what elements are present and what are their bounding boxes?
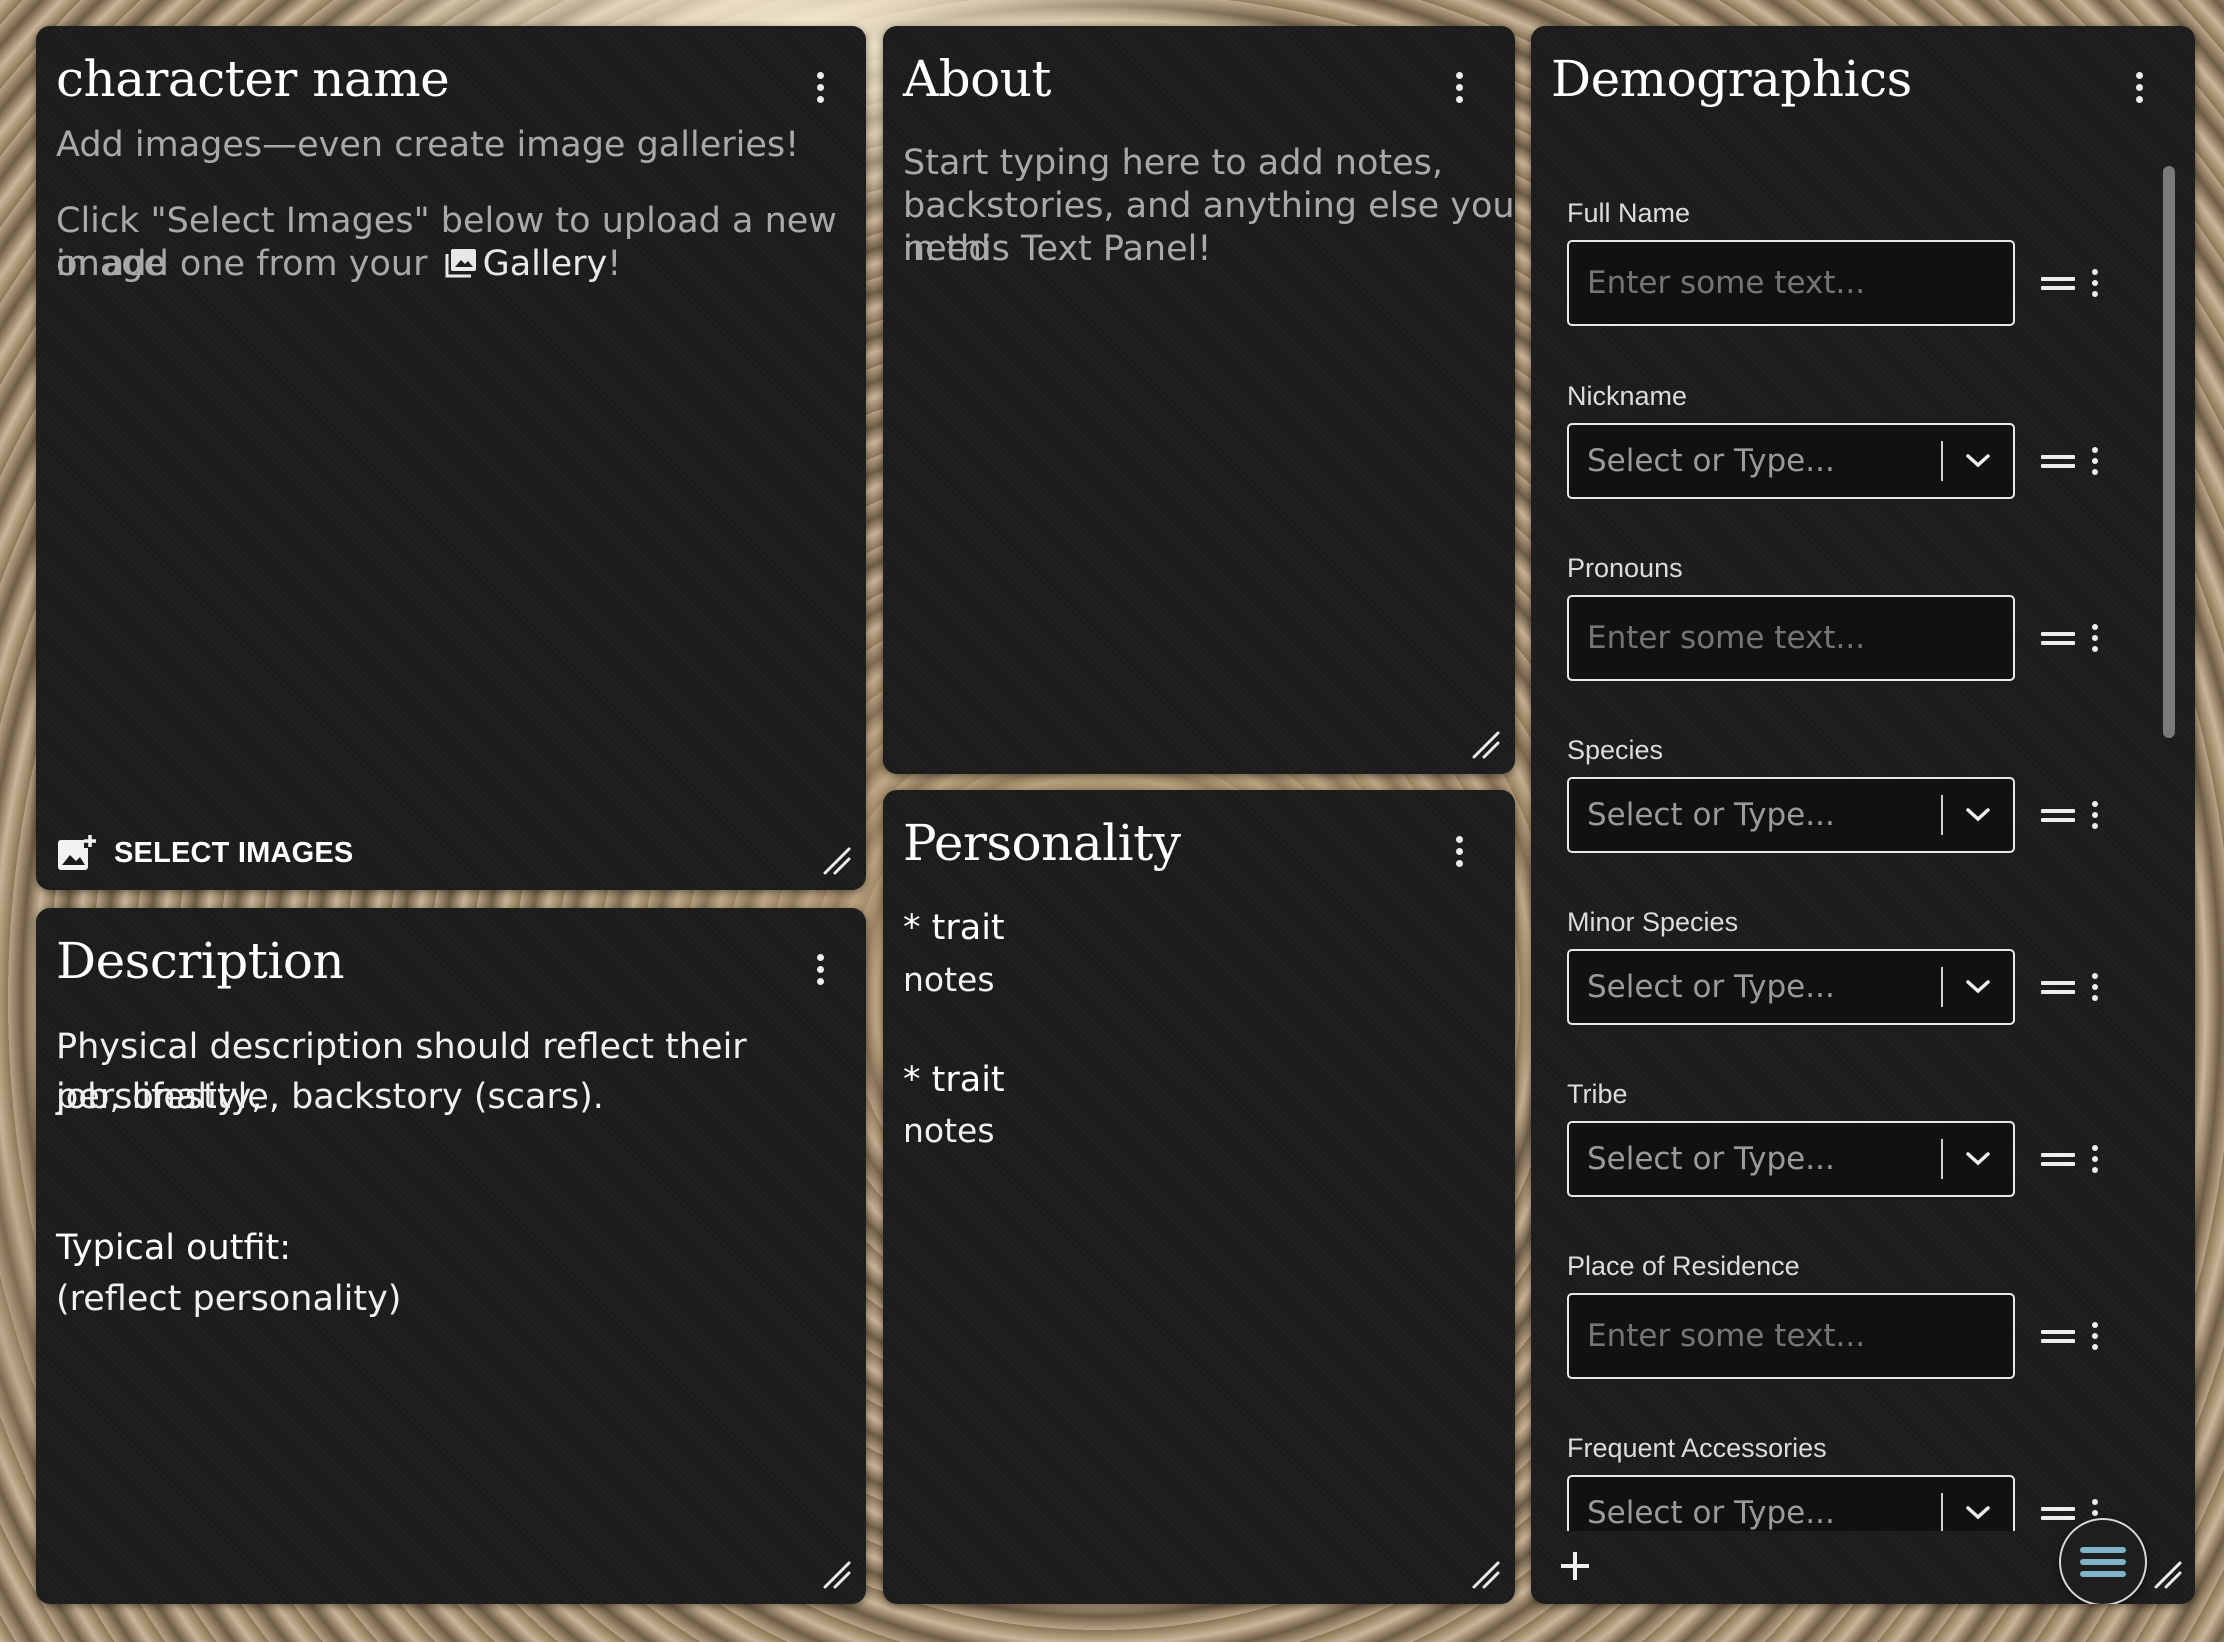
- nickname-select[interactable]: Select or Type...: [1567, 423, 2015, 499]
- gallery-icon: [445, 246, 477, 289]
- add-photo-icon: [58, 834, 96, 870]
- demographics-field-list[interactable]: Full Name Nickname Select or Type... Pro…: [1531, 146, 2195, 1531]
- about-text[interactable]: Start typing here to add notes,: [903, 142, 1443, 185]
- field-full-name: Full Name: [1567, 198, 2167, 328]
- field-menu-icon[interactable]: [2089, 973, 2103, 1003]
- field-menu-icon[interactable]: [2089, 801, 2103, 831]
- field-nickname: Nickname Select or Type...: [1567, 381, 2167, 501]
- field-menu-icon[interactable]: [2089, 447, 2103, 477]
- select-placeholder: Select or Type...: [1587, 797, 1835, 833]
- chevron-down-icon[interactable]: [1943, 1151, 2013, 1167]
- field-menu-icon[interactable]: [2089, 1322, 2103, 1352]
- drag-handle-icon[interactable]: [2041, 277, 2075, 291]
- field-label: Minor Species: [1567, 907, 1739, 937]
- resize-handle-icon[interactable]: [1471, 1560, 1501, 1590]
- field-tribe: Tribe Select or Type...: [1567, 1079, 2167, 1199]
- demographics-panel: Demographics Full Name Nickname Select o…: [1531, 26, 2195, 1604]
- about-text-3[interactable]: in this Text Panel!: [903, 228, 1211, 271]
- gallery-suffix: !: [607, 244, 622, 284]
- select-placeholder: Select or Type...: [1587, 1141, 1835, 1177]
- drag-handle-icon[interactable]: [2041, 632, 2075, 646]
- drag-handle-icon[interactable]: [2041, 1507, 2075, 1521]
- pronouns-input[interactable]: [1567, 595, 2015, 681]
- place-of-residence-input[interactable]: [1567, 1293, 2015, 1379]
- drag-handle-icon[interactable]: [2041, 1153, 2075, 1167]
- chevron-down-icon[interactable]: [1943, 1505, 2013, 1521]
- description-text-2[interactable]: job, lifestyle, backstory (scars).: [56, 1072, 604, 1122]
- field-frequent-accessories: Frequent Accessories Select or Type...: [1567, 1433, 2167, 1531]
- field-menu-icon[interactable]: [2089, 1145, 2103, 1175]
- resize-handle-icon[interactable]: [822, 1560, 852, 1590]
- resize-handle-icon[interactable]: [1471, 730, 1501, 760]
- panel-menu-icon[interactable]: [810, 954, 830, 994]
- about-panel: About Start typing here to add notes, ba…: [883, 26, 1515, 774]
- panel-title[interactable]: Personality: [903, 814, 1181, 872]
- outfit-heading[interactable]: Typical outfit:: [56, 1223, 291, 1273]
- hint-text-3-label: or add one from your: [56, 244, 428, 284]
- field-label: Full Name: [1567, 198, 1691, 228]
- field-menu-icon[interactable]: [2089, 269, 2103, 299]
- field-place-of-residence: Place of Residence: [1567, 1251, 2167, 1381]
- trait-label: trait: [931, 1060, 1005, 1100]
- scrollbar[interactable]: [2163, 166, 2175, 738]
- outfit-note[interactable]: (reflect personality): [56, 1274, 401, 1324]
- panel-title[interactable]: About: [903, 50, 1052, 108]
- field-label: Frequent Accessories: [1567, 1433, 1827, 1463]
- drag-handle-icon[interactable]: [2041, 809, 2075, 823]
- chevron-down-icon[interactable]: [1943, 453, 2013, 469]
- select-placeholder: Select or Type...: [1587, 1495, 1835, 1531]
- panel-menu-icon[interactable]: [1449, 836, 1469, 876]
- tribe-select[interactable]: Select or Type...: [1567, 1121, 2015, 1197]
- field-label: Nickname: [1567, 381, 1688, 411]
- description-panel: Description Physical description should …: [36, 908, 866, 1604]
- trait-item[interactable]: * trait: [903, 1060, 1005, 1100]
- field-minor-species: Minor Species Select or Type...: [1567, 907, 2167, 1027]
- panel-title[interactable]: Description: [56, 932, 345, 990]
- trait-notes[interactable]: notes: [903, 1111, 995, 1150]
- panel-title[interactable]: Demographics: [1551, 50, 1912, 108]
- trait-notes[interactable]: notes: [903, 960, 995, 999]
- hint-text-3: or add one from your Gallery!: [56, 243, 621, 289]
- field-label: Pronouns: [1567, 553, 1683, 583]
- personality-panel: Personality * trait notes * trait notes: [883, 790, 1515, 1604]
- drag-handle-icon[interactable]: [2041, 455, 2075, 469]
- panel-menu-icon[interactable]: [1449, 72, 1469, 112]
- plus-icon[interactable]: [1555, 1546, 1595, 1586]
- panel-title[interactable]: character name: [56, 50, 450, 108]
- resize-handle-icon[interactable]: [822, 846, 852, 876]
- hint-text: Add images—even create image galleries!: [56, 125, 800, 165]
- bullet: *: [903, 908, 921, 948]
- select-images-button[interactable]: SELECT IMAGES: [56, 834, 353, 872]
- field-species: Species Select or Type...: [1567, 735, 2167, 855]
- panel-menu-icon[interactable]: [810, 72, 830, 112]
- field-label: Species: [1567, 735, 1664, 765]
- field-label: Tribe: [1567, 1079, 1628, 1109]
- hamburger-menu-icon[interactable]: [2059, 1518, 2147, 1604]
- chevron-down-icon[interactable]: [1943, 807, 2013, 823]
- drag-handle-icon[interactable]: [2041, 981, 2075, 995]
- resize-handle-icon[interactable]: [2153, 1560, 2183, 1590]
- character-image-panel: character name Add images—even create im…: [36, 26, 866, 890]
- species-select[interactable]: Select or Type...: [1567, 777, 2015, 853]
- field-pronouns: Pronouns: [1567, 553, 2167, 683]
- select-images-label: SELECT IMAGES: [114, 836, 354, 869]
- full-name-input[interactable]: [1567, 240, 2015, 326]
- drag-handle-icon[interactable]: [2041, 1330, 2075, 1344]
- field-label: Place of Residence: [1567, 1251, 1800, 1281]
- field-menu-icon[interactable]: [2089, 624, 2103, 654]
- gallery-link[interactable]: Gallery: [483, 244, 608, 284]
- panel-menu-icon[interactable]: [2129, 72, 2149, 112]
- trait-item[interactable]: * trait: [903, 908, 1005, 948]
- bullet: *: [903, 1060, 921, 1100]
- select-placeholder: Select or Type...: [1587, 443, 1835, 479]
- minor-species-select[interactable]: Select or Type...: [1567, 949, 2015, 1025]
- frequent-accessories-select[interactable]: Select or Type...: [1567, 1475, 2015, 1531]
- select-placeholder: Select or Type...: [1587, 969, 1835, 1005]
- chevron-down-icon[interactable]: [1943, 979, 2013, 995]
- trait-label: trait: [931, 908, 1005, 948]
